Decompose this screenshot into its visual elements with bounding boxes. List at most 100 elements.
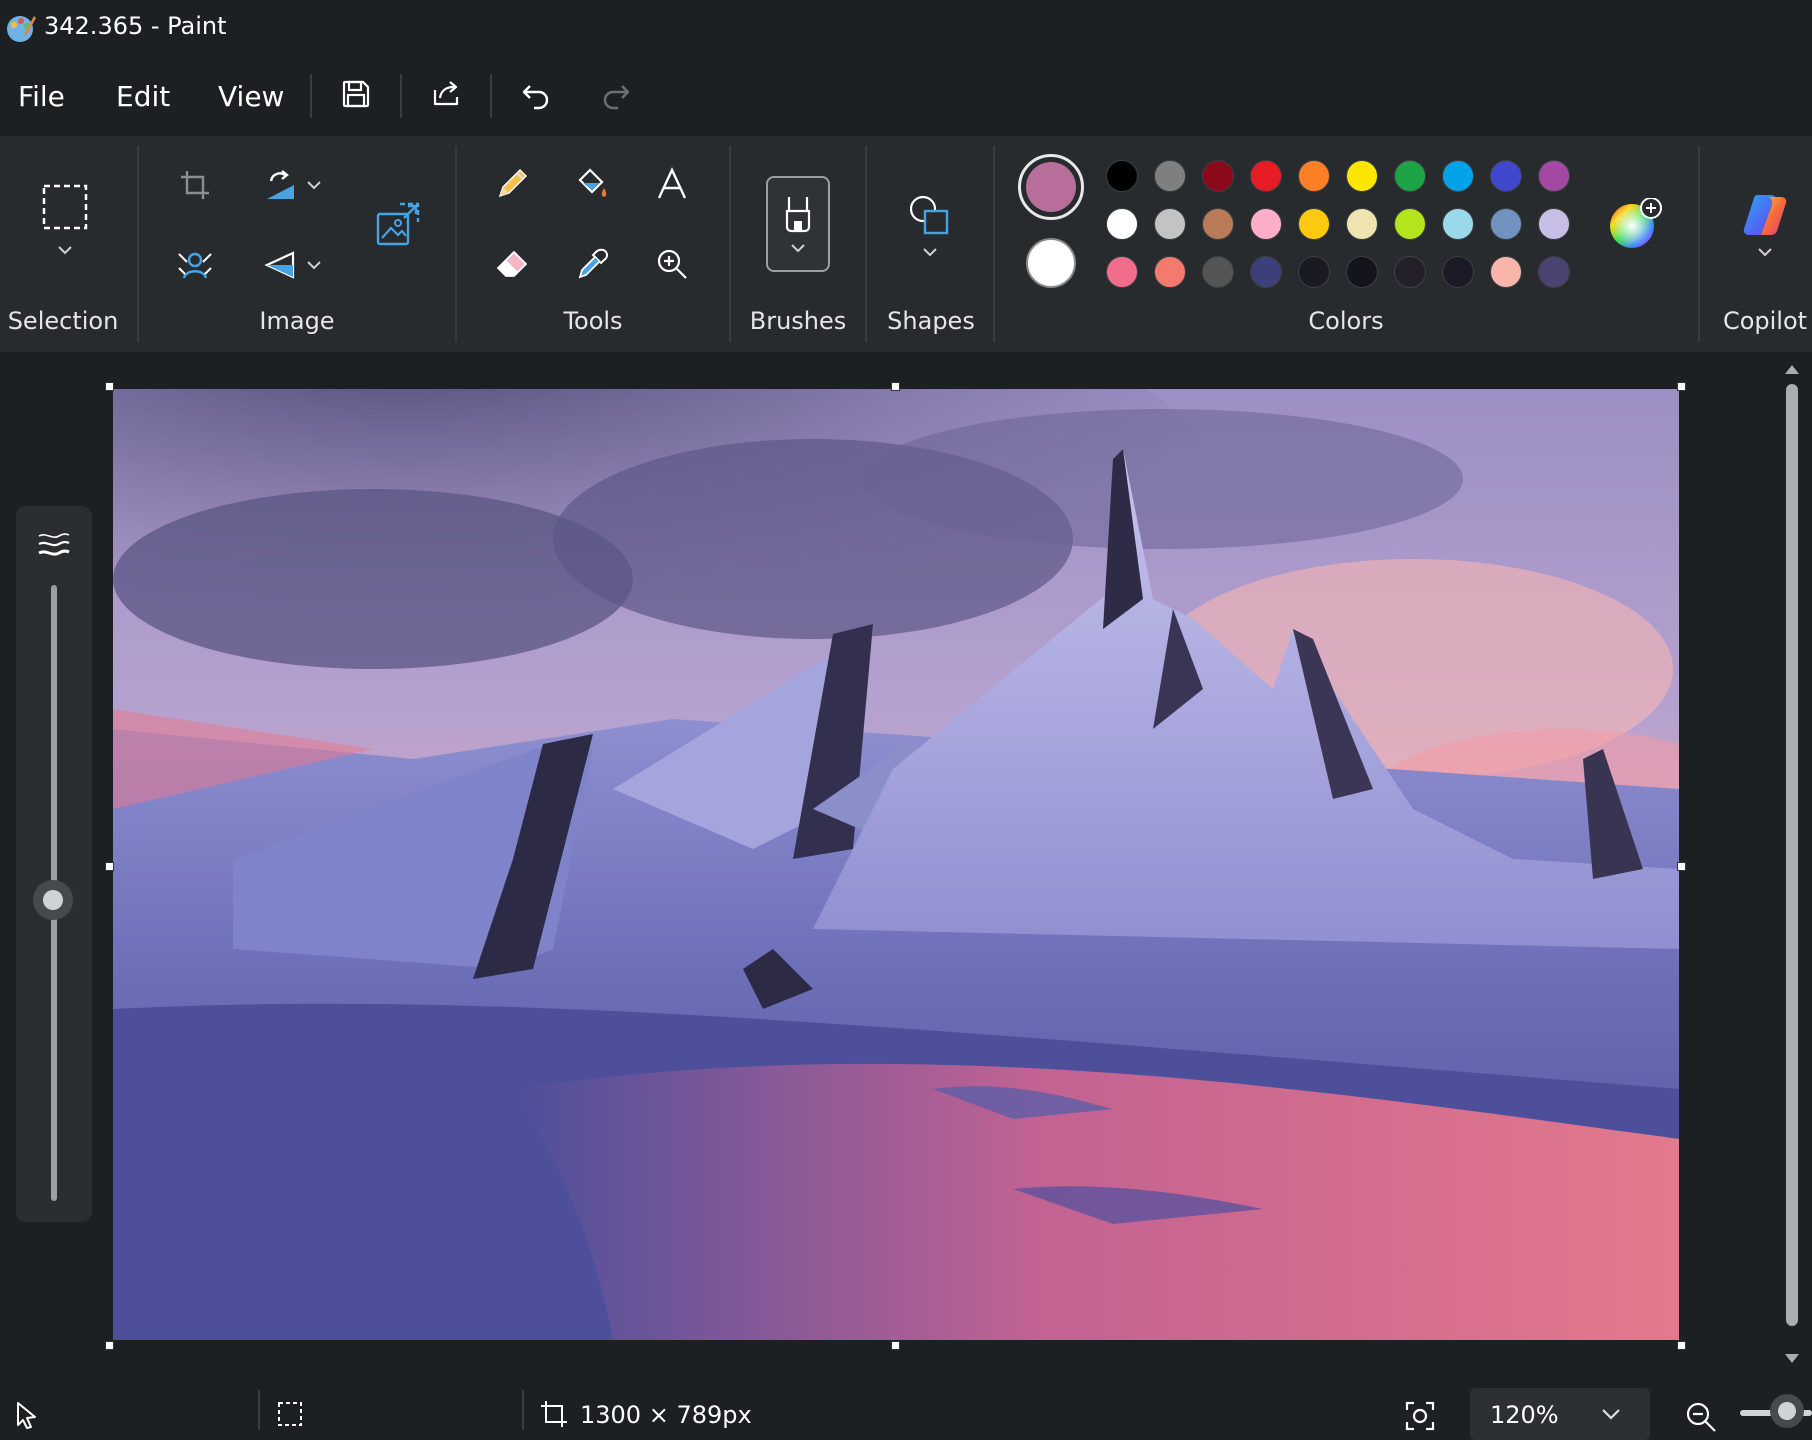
color-swatch[interactable] <box>1250 208 1282 240</box>
rotate-icon <box>267 170 294 199</box>
color-swatch[interactable] <box>1442 256 1474 288</box>
zoom-out-button[interactable] <box>1684 1400 1718 1434</box>
save-button[interactable] <box>334 72 378 116</box>
group-label-shapes: Shapes <box>887 307 975 335</box>
remove-background-icon <box>178 252 212 279</box>
color-swatch[interactable] <box>1250 256 1282 288</box>
color-swatch[interactable] <box>1538 256 1570 288</box>
flip-button[interactable] <box>258 244 328 286</box>
scroll-down-icon[interactable] <box>1783 1352 1801 1366</box>
chevron-down-icon <box>58 246 72 255</box>
fill-button[interactable] <box>570 162 614 206</box>
color-swatch[interactable] <box>1250 160 1282 192</box>
color-swatch[interactable] <box>1394 160 1426 192</box>
brush-size-slider-thumb[interactable] <box>33 880 73 920</box>
vertical-scrollbar-thumb[interactable] <box>1786 384 1798 1326</box>
color-swatch[interactable] <box>1298 208 1330 240</box>
color-swatch[interactable] <box>1394 208 1426 240</box>
zoom-slider-thumb[interactable] <box>1770 1394 1804 1428</box>
color-picker-button[interactable] <box>570 242 614 286</box>
remove-background-button[interactable] <box>174 244 216 286</box>
fit-to-window-icon <box>1405 1401 1435 1431</box>
color-swatch[interactable] <box>1346 256 1378 288</box>
resize-handle[interactable] <box>891 382 900 391</box>
color-swatch[interactable] <box>1346 208 1378 240</box>
group-label-copilot: Copilot <box>1722 307 1808 335</box>
drawing-canvas[interactable] <box>113 389 1679 1340</box>
color-swatch[interactable] <box>1106 160 1138 192</box>
eraser-button[interactable] <box>490 242 534 286</box>
color-swatch[interactable] <box>1538 208 1570 240</box>
color-swatch[interactable] <box>1490 208 1522 240</box>
resize-handle[interactable] <box>105 382 114 391</box>
color-swatch[interactable] <box>1202 256 1234 288</box>
resize-handle[interactable] <box>891 1341 900 1350</box>
canvas-size-text: 1300 × 789px <box>580 1401 752 1429</box>
crop-button[interactable] <box>174 164 216 206</box>
chevron-down-icon <box>307 261 321 270</box>
copilot-icon <box>1743 195 1787 235</box>
pencil-icon <box>498 168 528 198</box>
canvas-size-icon <box>541 1401 567 1427</box>
color-swatch[interactable] <box>1106 256 1138 288</box>
title-bar <box>0 0 1812 54</box>
menu-view[interactable]: View <box>218 80 284 114</box>
color-swatch[interactable] <box>1202 160 1234 192</box>
shapes-icon <box>909 195 949 235</box>
resize-handle[interactable] <box>1677 382 1686 391</box>
share-button[interactable] <box>424 72 468 116</box>
color-wheel-icon <box>1610 197 1662 248</box>
resize-image-icon <box>376 202 420 246</box>
slider-thumb-inner <box>43 890 63 910</box>
paint-bucket-icon <box>578 168 607 197</box>
rectangle-select-icon <box>42 184 88 230</box>
color-swatch[interactable] <box>1442 208 1474 240</box>
edit-colors-button[interactable] <box>1608 197 1662 248</box>
color-swatch[interactable] <box>1106 208 1138 240</box>
resize-handle[interactable] <box>105 862 114 871</box>
primary-color-swatch <box>1026 162 1076 212</box>
chevron-down-icon <box>923 248 937 257</box>
group-label-selection: Selection <box>7 307 119 335</box>
zoom-in-icon <box>657 249 687 279</box>
color-swatch[interactable] <box>1154 208 1186 240</box>
color-swatch[interactable] <box>1394 256 1426 288</box>
eraser-icon <box>496 250 528 277</box>
resize-image-button[interactable] <box>372 198 424 250</box>
rotate-button[interactable] <box>258 164 328 206</box>
resize-handle[interactable] <box>1677 862 1686 871</box>
color-swatch[interactable] <box>1298 256 1330 288</box>
selection-tool[interactable] <box>30 174 100 266</box>
color-swatch[interactable] <box>1490 256 1522 288</box>
qa-divider <box>400 74 402 118</box>
copilot-button[interactable] <box>1734 182 1796 266</box>
color-swatch[interactable] <box>1298 160 1330 192</box>
color-swatch[interactable] <box>1154 256 1186 288</box>
stroke-size-icon <box>38 533 70 556</box>
redo-button[interactable] <box>594 72 638 116</box>
resize-handle[interactable] <box>105 1341 114 1350</box>
group-label-image: Image <box>259 307 335 335</box>
menu-file[interactable]: File <box>18 80 65 114</box>
color-swatch[interactable] <box>1490 160 1522 192</box>
share-icon <box>433 81 459 106</box>
menu-edit[interactable]: Edit <box>116 80 170 114</box>
color-swatch[interactable] <box>1442 160 1474 192</box>
text-button[interactable] <box>650 162 694 206</box>
color-swatch[interactable] <box>1346 160 1378 192</box>
pencil-button[interactable] <box>490 162 534 206</box>
magnifier-button[interactable] <box>650 242 694 286</box>
status-divider <box>258 1390 260 1430</box>
scroll-up-icon[interactable] <box>1783 362 1801 376</box>
cursor-position-icon <box>17 1402 36 1429</box>
color-swatch[interactable] <box>1154 160 1186 192</box>
crop-icon <box>181 171 209 199</box>
color-swatch[interactable] <box>1538 160 1570 192</box>
undo-button[interactable] <box>514 72 558 116</box>
secondary-color-swatch[interactable] <box>1026 238 1076 288</box>
shapes-button[interactable] <box>900 186 960 266</box>
color-swatch[interactable] <box>1202 208 1234 240</box>
fit-to-window-button[interactable] <box>1404 1400 1436 1432</box>
resize-handle[interactable] <box>1677 1341 1686 1350</box>
brushes-button[interactable] <box>766 176 830 272</box>
